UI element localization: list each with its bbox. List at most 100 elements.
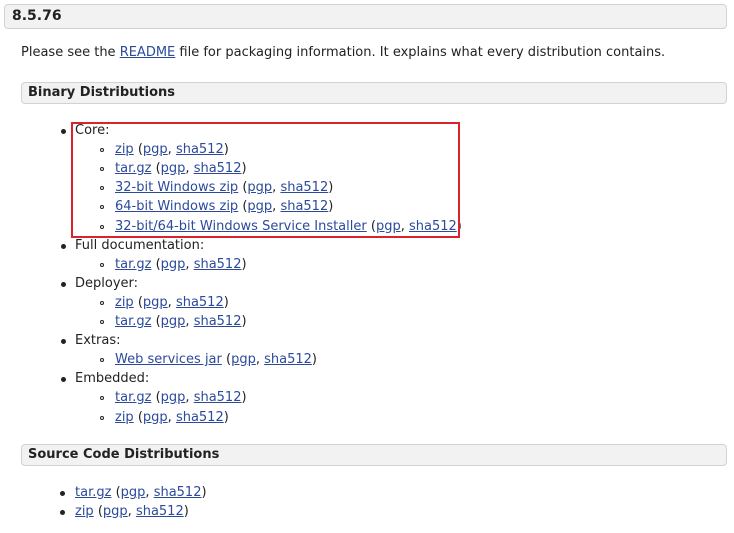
deployer-tar-gz-sha512-link[interactable]: sha512 (194, 314, 242, 329)
paren-close: ) (328, 180, 334, 196)
bullet-disc-icon (60, 491, 65, 496)
bullet-disc-icon (61, 243, 66, 249)
embedded-tar-gz-sha512-link[interactable]: sha512 (194, 390, 242, 405)
comma: , (185, 390, 194, 406)
comma: , (167, 409, 176, 425)
paren-open: ( (93, 504, 103, 520)
paren-open: ( (221, 352, 232, 368)
comma: , (185, 161, 194, 177)
paren-close: ) (311, 352, 317, 368)
core-tar-gz-sha512-link[interactable]: sha512 (194, 161, 242, 176)
paren-close: ) (241, 256, 247, 272)
source-zip-download-link[interactable]: zip (75, 504, 94, 519)
core-tar-gz-download-link[interactable]: tar.gz (115, 161, 151, 176)
full-documentation-tar-gz-sha512-link[interactable]: sha512 (194, 257, 242, 272)
group-label: Core: (75, 123, 110, 138)
comma: , (185, 256, 194, 272)
comma: , (255, 352, 265, 368)
core-tar-gz-pgp-link[interactable]: pgp (161, 161, 186, 176)
deployer-zip-download-link[interactable]: zip (115, 295, 134, 310)
bullet-disc-icon (61, 377, 66, 383)
paren-open: ( (151, 161, 161, 177)
bullet-circle-icon (100, 396, 104, 401)
comma: , (400, 218, 409, 234)
core-zip-download-link[interactable]: zip (115, 142, 134, 157)
full-documentation-tar-gz-item: tar.gz (pgp, sha512) (100, 256, 247, 272)
source-tar-gz-sha512-link[interactable]: sha512 (154, 485, 202, 500)
core-64-bit-windows-zip-download-link[interactable]: 64-bit Windows zip (115, 199, 238, 214)
bullet-circle-icon (100, 186, 104, 191)
embedded-zip-download-link[interactable]: zip (115, 410, 134, 425)
embedded-tar-gz-item: tar.gz (pgp, sha512) (100, 390, 247, 406)
bullet-circle-icon (100, 415, 104, 420)
core-32-bit-64-bit-windows-service-installer-sha512-link[interactable]: sha512 (409, 219, 457, 234)
deployer-tar-gz-item: tar.gz (pgp, sha512) (100, 314, 247, 329)
readme-link[interactable]: README (120, 45, 176, 60)
embedded-zip-pgp-link[interactable]: pgp (143, 410, 168, 425)
source-zip-pgp-link[interactable]: pgp (103, 504, 128, 519)
version-title: 8.5.76 (12, 8, 62, 24)
core-zip-sha512-link[interactable]: sha512 (176, 142, 224, 157)
bullet-circle-icon (100, 205, 104, 210)
deployer-zip-sha512-link[interactable]: sha512 (176, 295, 224, 310)
embedded-tar-gz-download-link[interactable]: tar.gz (115, 390, 151, 405)
paren-open: ( (151, 256, 161, 272)
group-extras: Extras: (61, 333, 121, 349)
bullet-disc-icon (61, 281, 66, 287)
paren-close: ) (223, 142, 229, 158)
extras-web-services-jar-pgp-link[interactable]: pgp (231, 352, 256, 367)
full-documentation-tar-gz-download-link[interactable]: tar.gz (115, 257, 151, 272)
core-32-bit-64-bit-windows-service-installer-item: 32-bit/64-bit Windows Service Installer … (100, 218, 462, 234)
core-64-bit-windows-zip-item: 64-bit Windows zip (pgp, sha512) (100, 199, 334, 215)
core-tar-gz-item: tar.gz (pgp, sha512) (100, 161, 247, 177)
bullet-circle-icon (100, 167, 104, 172)
binary-distributions-title: Binary Distributions (28, 85, 176, 100)
group-core: Core: (61, 123, 110, 138)
core-64-bit-windows-zip-sha512-link[interactable]: sha512 (280, 199, 328, 214)
core-32-bit-windows-zip-pgp-link[interactable]: pgp (247, 180, 272, 195)
group-full-documentation: Full documentation: (61, 238, 204, 253)
version-header: 8.5.76 (4, 4, 727, 29)
paren-open: ( (111, 485, 121, 500)
full-documentation-tar-gz-pgp-link[interactable]: pgp (161, 257, 186, 272)
paren-close: ) (223, 409, 229, 425)
source-zip-sha512-link[interactable]: sha512 (136, 504, 184, 519)
comma: , (127, 504, 136, 520)
paren-open: ( (133, 409, 143, 425)
intro-after: file for packaging information. It expla… (175, 45, 666, 60)
core-32-bit-windows-zip-download-link[interactable]: 32-bit Windows zip (115, 180, 238, 195)
deployer-tar-gz-download-link[interactable]: tar.gz (115, 314, 151, 329)
comma: , (167, 294, 176, 310)
paren-close: ) (241, 161, 247, 177)
core-32-bit-windows-zip-item: 32-bit Windows zip (pgp, sha512) (100, 180, 334, 196)
group-label: Embedded: (75, 371, 150, 387)
group-label: Extras: (75, 333, 121, 349)
source-distributions-header: Source Code Distributions (21, 444, 727, 466)
bullet-circle-icon (100, 358, 104, 363)
embedded-zip-item: zip (pgp, sha512) (100, 409, 229, 425)
extras-web-services-jar-download-link[interactable]: Web services jar (115, 352, 222, 367)
paren-close: ) (223, 294, 229, 310)
deployer-zip-pgp-link[interactable]: pgp (143, 295, 168, 310)
source-tar-gz-download-link[interactable]: tar.gz (75, 485, 111, 500)
core-32-bit-64-bit-windows-service-installer-pgp-link[interactable]: pgp (376, 219, 401, 234)
source-tar-gz-pgp-link[interactable]: pgp (121, 485, 146, 500)
bullet-circle-icon (100, 148, 104, 153)
core-zip-pgp-link[interactable]: pgp (143, 142, 168, 157)
embedded-tar-gz-pgp-link[interactable]: pgp (161, 390, 186, 405)
core-64-bit-windows-zip-pgp-link[interactable]: pgp (247, 199, 272, 214)
core-32-bit-64-bit-windows-service-installer-download-link[interactable]: 32-bit/64-bit Windows Service Installer (115, 219, 367, 234)
bullet-disc-icon (61, 129, 66, 134)
paren-open: ( (151, 314, 161, 329)
deployer-tar-gz-pgp-link[interactable]: pgp (161, 314, 186, 329)
paren-close: ) (328, 199, 334, 215)
core-32-bit-windows-zip-sha512-link[interactable]: sha512 (280, 180, 328, 195)
paren-close: ) (241, 390, 247, 406)
paren-open: ( (366, 218, 376, 234)
paren-open: ( (151, 390, 161, 406)
bullet-disc-icon (60, 510, 65, 516)
deployer-zip-item: zip (pgp, sha512) (100, 294, 229, 310)
extras-web-services-jar-sha512-link[interactable]: sha512 (264, 352, 312, 367)
paren-open: ( (133, 142, 143, 158)
embedded-zip-sha512-link[interactable]: sha512 (176, 410, 224, 425)
